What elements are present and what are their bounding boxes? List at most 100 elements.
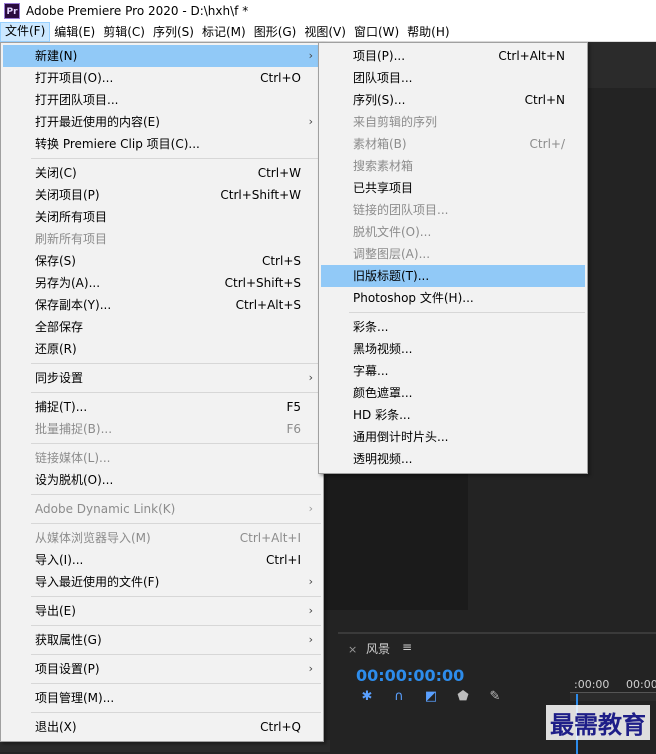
chevron-right-icon: › — [308, 115, 313, 128]
file_menu-item-18[interactable]: 捕捉(T)... F5 — [3, 396, 321, 418]
file_menu-item-12[interactable]: 保存副本(Y)... Ctrl+Alt+S — [3, 294, 321, 316]
file_menu-item-7[interactable]: 关闭项目(P) Ctrl+Shift+W — [3, 184, 321, 206]
timeline-ruler-start: :00:00 — [574, 678, 610, 691]
new_submenu-item-14[interactable]: 黑场视频... — [321, 338, 585, 360]
menu-item-label: 从媒体浏览器导入(M) — [35, 531, 151, 545]
chevron-right-icon: › — [308, 575, 313, 588]
menu-separator — [31, 494, 321, 495]
chevron-right-icon: › — [308, 502, 313, 515]
file_menu-item-32[interactable]: 获取属性(G) › — [3, 629, 321, 651]
file_menu-item-2[interactable]: 打开团队项目... — [3, 89, 321, 111]
menu-item-shortcut: Ctrl+O — [260, 71, 301, 85]
timeline-sequence-name[interactable]: 风景 — [366, 640, 390, 657]
menubar-item-0[interactable]: 文件(F) — [0, 21, 51, 42]
menu-item-label: 同步设置 — [35, 371, 84, 385]
menu-item-label: 搜索素材箱 — [353, 159, 414, 173]
new_submenu-item-3: 来自剪辑的序列 — [321, 111, 585, 133]
menu-item-shortcut: Ctrl+W — [257, 166, 301, 180]
premiere-logo-icon: Pr — [4, 3, 20, 19]
timeline-ruler-next: 00:00 — [626, 678, 656, 691]
menu-item-shortcut: F5 — [286, 400, 301, 414]
file_menu-item-6[interactable]: 关闭(C) Ctrl+W — [3, 162, 321, 184]
menu-item-label: 刷新所有项目 — [35, 232, 108, 246]
menubar-item-7[interactable]: 窗口(W) — [350, 23, 403, 41]
menu-item-label: 打开最近使用的内容(E) — [35, 115, 160, 129]
file_menu-item-0[interactable]: 新建(N) › — [3, 45, 321, 67]
menu-item-label: 打开团队项目... — [35, 93, 119, 107]
menu-separator — [31, 625, 321, 626]
menu-separator — [31, 443, 321, 444]
menu-separator — [31, 712, 321, 713]
menu-item-label: 已共享项目 — [353, 181, 414, 195]
menubar-item-4[interactable]: 标记(M) — [198, 23, 250, 41]
new_submenu-item-15[interactable]: 字幕... — [321, 360, 585, 382]
file_menu-item-3[interactable]: 打开最近使用的内容(E) › — [3, 111, 321, 133]
menu-item-label: 颜色遮罩... — [353, 386, 413, 400]
file_menu-item-27[interactable]: 导入(I)... Ctrl+I — [3, 549, 321, 571]
menu-item-label: 调整图层(A)... — [353, 247, 431, 261]
timeline-menu-icon[interactable]: ≡ — [402, 640, 412, 654]
menu-item-label: 捕捉(T)... — [35, 400, 88, 414]
file_menu-item-11[interactable]: 另存为(A)... Ctrl+Shift+S — [3, 272, 321, 294]
menu-separator — [31, 363, 321, 364]
chevron-right-icon: › — [308, 371, 313, 384]
menu-item-label: 关闭项目(P) — [35, 188, 100, 202]
new_submenu-item-0[interactable]: 项目(P)... Ctrl+Alt+N — [321, 45, 585, 67]
menubar-item-2[interactable]: 剪辑(C) — [99, 23, 149, 41]
file_menu-item-19: 批量捕捉(B)... F6 — [3, 418, 321, 440]
snap-magnet-icon[interactable]: ∩ — [390, 690, 408, 704]
new_submenu-item-6[interactable]: 已共享项目 — [321, 177, 585, 199]
menu-item-shortcut: Ctrl+/ — [529, 137, 565, 151]
menu-item-label: 导入(I)... — [35, 553, 84, 567]
new_submenu-item-13[interactable]: 彩条... — [321, 316, 585, 338]
menu-item-label: 设为脱机(O)... — [35, 473, 114, 487]
window-title: Adobe Premiere Pro 2020 - D:\hxh\f * — [26, 4, 249, 18]
wrench-settings-icon[interactable]: ✎ — [486, 690, 504, 704]
menu-item-label: 批量捕捉(B)... — [35, 422, 113, 436]
file_menu-item-14[interactable]: 还原(R) — [3, 338, 321, 360]
add-marker-icon[interactable]: ⬟ — [454, 690, 472, 704]
nest-sequence-icon[interactable]: ✱ — [358, 690, 376, 704]
linked-selection-icon[interactable]: ◩ — [422, 690, 440, 704]
menu-separator — [31, 596, 321, 597]
file_menu-item-1[interactable]: 打开项目(O)... Ctrl+O — [3, 67, 321, 89]
menu-item-label: 全部保存 — [35, 320, 84, 334]
file_menu-item-34[interactable]: 项目设置(P) › — [3, 658, 321, 680]
new_submenu-item-19[interactable]: 透明视频... — [321, 448, 585, 470]
new_submenu-item-1[interactable]: 团队项目... — [321, 67, 585, 89]
new_submenu-item-10[interactable]: 旧版标题(T)... — [321, 265, 585, 287]
new_submenu-item-17[interactable]: HD 彩条... — [321, 404, 585, 426]
menubar-item-6[interactable]: 视图(V) — [300, 23, 350, 41]
timeline-timecode[interactable]: 00:00:00:00 — [356, 666, 464, 685]
new_submenu-item-4: 素材箱(B) Ctrl+/ — [321, 133, 585, 155]
menubar-item-1[interactable]: 编辑(E) — [50, 23, 99, 41]
menu-item-label: 字幕... — [353, 364, 389, 378]
file_menu-item-38[interactable]: 退出(X) Ctrl+Q — [3, 716, 321, 738]
file_menu-item-13[interactable]: 全部保存 — [3, 316, 321, 338]
new_submenu-item-16[interactable]: 颜色遮罩... — [321, 382, 585, 404]
file_menu-item-22[interactable]: 设为脱机(O)... — [3, 469, 321, 491]
file_menu-item-10[interactable]: 保存(S) Ctrl+S — [3, 250, 321, 272]
menu-item-label: 链接媒体(L)... — [35, 451, 111, 465]
new-submenu: 项目(P)... Ctrl+Alt+N 团队项目... 序列(S)... Ctrl+N 来… — [318, 42, 588, 474]
new_submenu-item-18[interactable]: 通用倒计时片头... — [321, 426, 585, 448]
timeline-ruler[interactable] — [570, 692, 656, 701]
file_menu-item-30[interactable]: 导出(E) › — [3, 600, 321, 622]
menubar-item-8[interactable]: 帮助(H) — [403, 23, 453, 41]
new_submenu-item-11[interactable]: Photoshop 文件(H)... — [321, 287, 585, 309]
menu-item-shortcut: F6 — [286, 422, 301, 436]
new_submenu-item-2[interactable]: 序列(S)... Ctrl+N — [321, 89, 585, 111]
file_menu-item-16[interactable]: 同步设置 › — [3, 367, 321, 389]
menubar-item-5[interactable]: 图形(G) — [250, 23, 301, 41]
file_menu-item-4[interactable]: 转换 Premiere Clip 项目(C)... — [3, 133, 321, 155]
menu-item-shortcut: Ctrl+Shift+S — [224, 276, 301, 290]
menu-item-label: 脱机文件(O)... — [353, 225, 432, 239]
menu-item-label: 序列(S)... — [353, 93, 406, 107]
file_menu-item-8[interactable]: 关闭所有项目 — [3, 206, 321, 228]
file_menu-item-28[interactable]: 导入最近使用的文件(F) › — [3, 571, 321, 593]
timeline-close-icon[interactable]: × — [348, 643, 357, 656]
menubar-item-3[interactable]: 序列(S) — [149, 23, 198, 41]
menu-separator — [349, 312, 585, 313]
file_menu-item-36[interactable]: 项目管理(M)... — [3, 687, 321, 709]
menu-bar: 文件(F) 编辑(E) 剪辑(C) 序列(S) 标记(M) 图形(G) 视图(V) 窗口(W)… — [0, 21, 656, 42]
